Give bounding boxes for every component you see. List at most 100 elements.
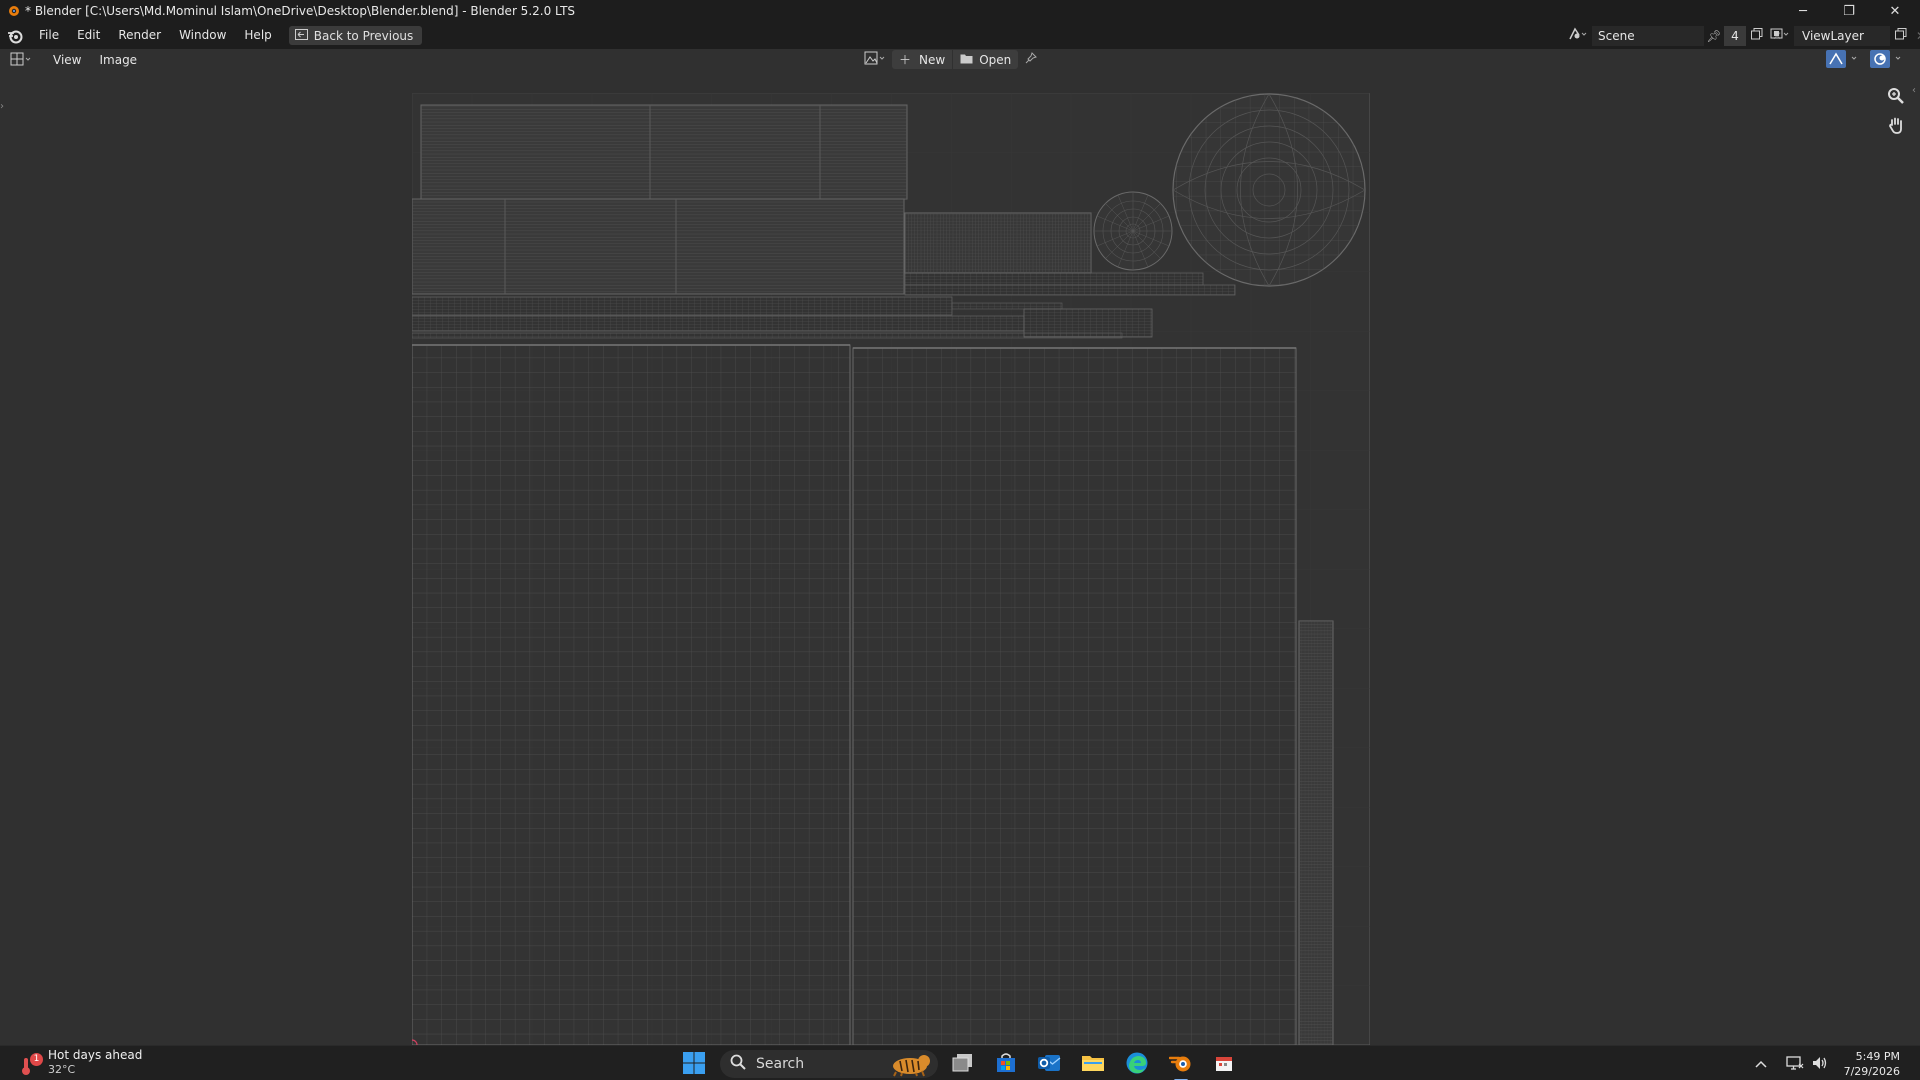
outlook-icon [1037,1052,1061,1077]
microsoft-store-button[interactable] [993,1051,1019,1077]
menu-view[interactable]: View [44,49,90,71]
taskbar-search-box[interactable]: Search [720,1050,938,1078]
windows-start-button[interactable] [681,1051,707,1077]
hand-icon [1887,116,1905,137]
plus-icon: ＋ [899,53,912,67]
x-icon: ✕ [1916,29,1920,43]
weather-title: Hot days ahead [48,1048,143,1062]
scene-selector: Scene 📌︎ 4 ✕ [1564,25,1786,46]
uv-layout-canvas[interactable] [412,93,1370,1045]
uv-island-top-block [412,104,908,295]
toolbar-expand-arrow-icon[interactable]: › [0,101,8,117]
scene-pin-button[interactable]: 📌︎ [1704,26,1724,46]
close-button[interactable]: ✕ [1872,0,1918,22]
menu-image[interactable]: Image [90,49,146,71]
task-view-icon [952,1053,974,1076]
magnifier-icon [1887,87,1905,108]
close-icon: ✕ [1889,3,1901,19]
render-layers-icon [1770,27,1790,44]
search-icon [730,1054,746,1074]
edge-icon [1125,1051,1149,1078]
menu-render[interactable]: Render [109,22,170,49]
uv-editor-viewport[interactable]: › ‹ [0,71,1920,1045]
new-image-label: New [919,52,946,67]
pin-image-button[interactable] [1018,50,1044,69]
overlays-icon [1870,49,1906,71]
clock-time: 5:49 PM [1855,1050,1900,1063]
calendar-app-button[interactable] [1211,1051,1237,1077]
overlays-button[interactable] [1870,49,1908,71]
file-explorer-button[interactable] [1080,1051,1106,1077]
clock-date: 7/29/2026 [1843,1065,1900,1078]
back-to-previous-button[interactable]: Back to Previous [288,26,423,45]
blender-app-icon [5,3,21,19]
viewlayer-name-field[interactable]: ViewLayer [1794,25,1890,46]
minimize-button[interactable]: ─ [1780,0,1826,22]
menu-window[interactable]: Window [170,22,235,49]
open-image-button[interactable]: Open [953,50,1019,69]
volume-button[interactable] [1808,1051,1832,1077]
menu-file[interactable]: File [30,22,68,49]
image-browse-button[interactable] [864,50,892,69]
calendar-icon [1214,1053,1234,1076]
scene-name-field[interactable]: Scene [1592,25,1704,46]
uv-editor-icon [10,52,34,69]
minimize-icon: ─ [1799,3,1807,19]
network-status-button[interactable] [1783,1051,1807,1077]
new-scene-button[interactable] [1746,26,1768,46]
editor-type-button[interactable] [10,52,38,69]
scene-browse-button[interactable] [1564,26,1592,46]
blender-logo-icon[interactable] [6,27,24,45]
weather-widget[interactable]: 1 Hot days ahead 32°C [20,1048,142,1077]
delete-viewlayer-button[interactable]: ✕ [1912,26,1920,46]
new-image-button[interactable]: ＋ New [892,50,953,69]
viewlayer-browse-button[interactable] [1766,26,1794,46]
image-icon [864,51,888,68]
screen-back-icon [294,28,308,43]
viewlayer-selector: ViewLayer ✕ [1766,25,1920,46]
maximize-button[interactable]: ❐ [1826,0,1872,22]
blender-icon [1168,1052,1193,1077]
new-viewlayer-button[interactable] [1890,26,1912,46]
uv-island-sphere [1172,93,1366,287]
restore-icon: ❐ [1843,3,1855,19]
windows-logo-icon [682,1051,706,1078]
uv-sync-selection-button[interactable] [1826,49,1864,71]
outlook-button[interactable] [1036,1051,1062,1077]
uv-island-small-disc [1093,191,1173,271]
uv-sync-icon [1826,49,1862,71]
pin-icon: 📌︎ [1706,28,1722,43]
blender-taskbar-button[interactable] [1168,1051,1194,1080]
back-to-previous-label: Back to Previous [313,28,414,43]
show-hidden-icons-button[interactable] [1751,1051,1771,1077]
thermometer-icon: 1 [20,1050,43,1076]
image-editor-header: View Image ＋ New Open [0,49,1920,71]
uv-island-side-strip [1298,620,1334,1045]
scene-users-count[interactable]: 4 [1724,25,1746,46]
search-placeholder: Search [756,1056,805,1072]
menu-help[interactable]: Help [235,22,280,49]
weather-badge: 1 [30,1052,43,1066]
network-icon [1786,1055,1804,1074]
uv-island-large-left [412,344,851,1045]
open-image-label: Open [979,52,1012,67]
pan-view-button[interactable] [1884,114,1908,138]
edge-browser-button[interactable] [1124,1051,1150,1077]
uv-island-large-right [852,347,1297,1045]
folder-icon [960,53,973,67]
zoom-view-button[interactable] [1884,85,1908,109]
window-titlebar: * Blender [C:\Users\Md.Mominul Islam\One… [0,0,1920,22]
image-datablock-controls: ＋ New Open [864,50,1044,69]
task-view-button[interactable] [950,1051,976,1077]
sidebar-expand-arrow-icon[interactable]: ‹ [1912,85,1916,96]
folder-icon [1081,1053,1105,1076]
scene-icon [1568,27,1588,44]
chevron-up-icon [1755,1057,1767,1071]
search-highlight-tiger-icon [888,1051,932,1080]
duplicate-icon [1895,28,1907,43]
duplicate-icon [1751,28,1763,43]
menu-edit[interactable]: Edit [68,22,109,49]
weather-temp: 32°C [48,1063,76,1076]
system-clock[interactable]: 5:49 PM 7/29/2026 [1844,1049,1900,1079]
viewlayer-name: ViewLayer [1802,28,1864,43]
